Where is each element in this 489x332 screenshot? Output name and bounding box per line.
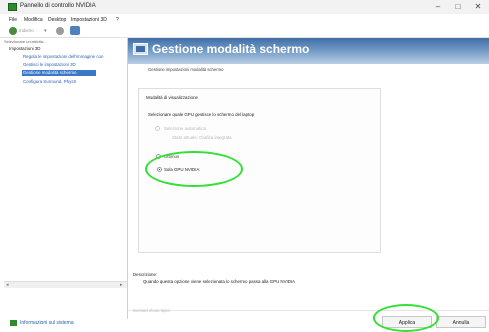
highlight-ring-apply-button <box>373 304 439 332</box>
scroll-right-icon[interactable]: ▸ <box>120 282 123 288</box>
tree-item-regola-immagine[interactable]: Regola le impostazioni dell'immagine con <box>23 54 103 59</box>
system-info-link[interactable]: Informazioni sul sistema <box>20 320 74 326</box>
forward-arrow-icon[interactable] <box>56 27 64 35</box>
description-label: Descrizione: <box>133 272 158 277</box>
back-dropdown-icon[interactable]: ▾ <box>44 28 47 34</box>
monitor-screen-icon <box>136 46 145 52</box>
typical-scenarios-label: Scenari d'uso tipici: <box>133 308 171 313</box>
back-arrow-icon[interactable] <box>9 27 17 35</box>
horizontal-scrollbar[interactable] <box>4 281 127 288</box>
window-title: Pannello di controllo NVIDIA <box>20 3 96 9</box>
option-auto-select-label: Selezione automatica <box>164 126 206 131</box>
tree-root-impostazioni-3d[interactable]: Impostazioni 3D <box>9 46 40 51</box>
description-text: Quando questa opzione viene selezionata … <box>143 279 296 284</box>
nvidia-app-icon <box>8 3 17 11</box>
menu-file[interactable]: File <box>9 17 17 23</box>
menu-modifica[interactable]: Modifica <box>24 17 43 23</box>
gpu-question: Selezionare quale GPU gestisce lo scherm… <box>148 112 255 117</box>
menu-impostazioni-3d[interactable]: Impostazioni 3D <box>71 17 107 23</box>
home-icon[interactable] <box>70 26 80 35</box>
radio-auto-select[interactable] <box>155 126 160 131</box>
tree-item-gestione-modalita-schermo[interactable]: Gestione modalità schermo <box>22 70 96 76</box>
highlight-ring-nvidia-option <box>145 151 243 187</box>
system-info-icon <box>10 320 17 326</box>
group-title: Modalità di visualizzazione <box>146 95 198 100</box>
scroll-left-icon[interactable]: ◂ <box>6 282 9 288</box>
tree-item-surround-physx[interactable]: Configura Surround, PhysX <box>23 79 76 84</box>
maximize-button[interactable]: □ <box>452 2 464 12</box>
menu-help[interactable]: ? <box>116 17 119 23</box>
current-status-label: Stato attuale: Grafica integrata <box>172 135 232 140</box>
cancel-button[interactable]: Annulla <box>436 316 486 328</box>
menu-desktop[interactable]: Desktop <box>48 17 66 23</box>
minimize-button[interactable]: – <box>432 2 444 12</box>
close-button[interactable]: ✕ <box>472 2 484 12</box>
back-button-label[interactable]: Indietro <box>19 28 34 33</box>
page-title: Gestione modalità schermo <box>152 42 310 56</box>
task-panel-header: Selezionare un'attività... <box>4 39 47 44</box>
tree-item-gestisci-3d[interactable]: Gestisci le impostazioni 3D <box>23 62 76 67</box>
page-subtitle: Gestione impostazioni modalità schermo <box>148 67 224 72</box>
